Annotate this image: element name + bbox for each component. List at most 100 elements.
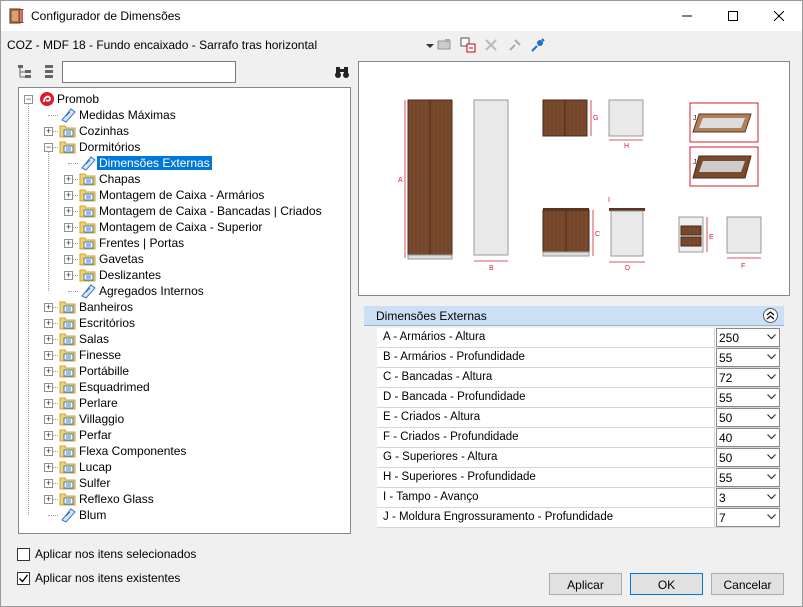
binoculars-icon[interactable]	[334, 64, 350, 80]
expand-node-icon[interactable]: +	[64, 191, 73, 200]
tree-item[interactable]: Perfar	[59, 427, 114, 443]
copy-to-icon[interactable]	[460, 37, 476, 53]
folder-icon	[79, 187, 97, 203]
tree-item[interactable]: Montagem de Caixa - Bancadas | Criados	[79, 203, 324, 219]
property-value-select[interactable]: 250	[716, 328, 780, 347]
tree-item[interactable]: Frentes | Portas	[79, 235, 186, 251]
property-name: H - Superiores - Profundidade	[377, 468, 715, 487]
category-tree[interactable]: Promob − Medidas Máximas Cozinhas + Dormitóri…	[18, 87, 351, 534]
property-value-select[interactable]: 7	[716, 508, 780, 527]
tree-item[interactable]: Montagem de Caixa - Superior	[79, 219, 264, 235]
chevron-down-icon[interactable]	[767, 472, 776, 483]
expand-node-icon[interactable]: +	[44, 335, 53, 344]
tree-item[interactable]: Cozinhas	[59, 123, 131, 139]
chevron-down-icon[interactable]	[767, 512, 776, 523]
tree-item[interactable]: Portábille	[59, 363, 131, 379]
collapse-section-button[interactable]	[763, 308, 778, 323]
tree-item[interactable]: Esquadrimed	[59, 379, 152, 395]
collapse-node-icon[interactable]: −	[24, 95, 33, 104]
expand-node-icon[interactable]: +	[44, 479, 53, 488]
expand-node-icon[interactable]: +	[44, 447, 53, 456]
expand-node-icon[interactable]: +	[64, 271, 73, 280]
tree-item[interactable]: Banheiros	[59, 299, 135, 315]
tree-connector	[28, 103, 29, 515]
property-value-select[interactable]: 55	[716, 468, 780, 487]
dimension-illustration: A B G H C I D J J E F	[398, 99, 762, 272]
expand-node-icon[interactable]: +	[44, 367, 53, 376]
property-value-select[interactable]: 55	[716, 388, 780, 407]
ok-button[interactable]: OK	[630, 573, 703, 595]
apply-button[interactable]: Aplicar	[549, 573, 622, 595]
tree-item[interactable]: Chapas	[79, 171, 142, 187]
chevron-down-icon[interactable]	[767, 452, 776, 463]
cancel-button[interactable]: Cancelar	[711, 573, 784, 595]
chevron-down-icon[interactable]	[767, 412, 776, 423]
expand-node-icon[interactable]: +	[64, 239, 73, 248]
tree-connector	[68, 163, 78, 164]
expand-node-icon[interactable]: +	[44, 383, 53, 392]
expand-node-icon[interactable]: +	[44, 399, 53, 408]
expand-node-icon[interactable]: +	[44, 319, 53, 328]
apply-existing-option[interactable]: Aplicar nos itens existentes	[17, 571, 180, 585]
property-value-select[interactable]: 3	[716, 488, 780, 507]
expand-node-icon[interactable]: +	[44, 127, 53, 136]
tree-item[interactable]: Montagem de Caixa - Armários	[79, 187, 266, 203]
tree-item[interactable]: Sulfer	[59, 475, 112, 491]
expand-node-icon[interactable]: +	[44, 431, 53, 440]
apply-existing-checkbox[interactable]	[17, 571, 30, 585]
tree-item[interactable]: Medidas Máximas	[59, 107, 178, 123]
close-button[interactable]	[756, 1, 802, 31]
chevron-down-icon[interactable]	[767, 492, 776, 503]
expand-node-icon[interactable]: +	[44, 303, 53, 312]
minimize-button[interactable]	[664, 1, 710, 31]
tree-item-label: Agregados Internos	[99, 284, 204, 298]
tree-item[interactable]: Reflexo Glass	[59, 491, 156, 507]
folder-icon	[79, 251, 97, 267]
property-value-select[interactable]: 50	[716, 408, 780, 427]
chevron-down-icon[interactable]	[767, 432, 776, 443]
expand-node-icon[interactable]: +	[64, 223, 73, 232]
delete-icon[interactable]	[483, 37, 499, 53]
tree-item[interactable]: Dimensões Externas	[79, 155, 212, 171]
tree-view-icon[interactable]	[17, 64, 33, 80]
tree-item[interactable]: Agregados Internos	[79, 283, 206, 299]
export-icon[interactable]	[436, 37, 452, 53]
property-value-select[interactable]: 40	[716, 428, 780, 447]
tree-item[interactable]: Blum	[59, 507, 108, 523]
expand-node-icon[interactable]: +	[64, 255, 73, 264]
collapse-node-icon[interactable]: −	[44, 143, 53, 152]
apply-selected-option[interactable]: Aplicar nos itens selecionados	[17, 547, 196, 561]
apply-selected-checkbox[interactable]	[17, 547, 30, 561]
tree-item[interactable]: Gavetas	[79, 251, 146, 267]
list-view-icon[interactable]	[41, 64, 57, 80]
chevron-down-icon[interactable]	[767, 332, 776, 343]
expand-node-icon[interactable]: +	[44, 495, 53, 504]
expand-node-icon[interactable]: +	[44, 351, 53, 360]
maximize-button[interactable]	[710, 1, 756, 31]
section-header[interactable]: Dimensões Externas	[364, 306, 784, 326]
expand-node-icon[interactable]: +	[44, 463, 53, 472]
tree-item[interactable]: Deslizantes	[79, 267, 163, 283]
tree-item[interactable]: Dormitórios	[59, 139, 142, 155]
expand-node-icon[interactable]: +	[64, 175, 73, 184]
tree-item[interactable]: Escritórios	[59, 315, 137, 331]
chevron-down-icon[interactable]	[767, 392, 776, 403]
expand-node-icon[interactable]: +	[44, 415, 53, 424]
chevron-down-icon[interactable]	[767, 372, 776, 383]
search-input[interactable]	[62, 61, 236, 83]
tree-item[interactable]: Villaggio	[59, 411, 126, 427]
tree-item[interactable]: Perlare	[59, 395, 120, 411]
property-value-select[interactable]: 55	[716, 348, 780, 367]
connect-icon[interactable]	[530, 37, 546, 53]
tree-item[interactable]: Flexa Componentes	[59, 443, 188, 459]
tree-item[interactable]: Lucap	[59, 459, 114, 475]
expand-node-icon[interactable]: +	[64, 207, 73, 216]
tree-item[interactable]: Promob	[39, 91, 101, 107]
tree-item[interactable]: Salas	[59, 331, 111, 347]
settings-doc-icon	[59, 507, 77, 523]
tree-item[interactable]: Finesse	[59, 347, 123, 363]
link-icon[interactable]	[507, 37, 523, 53]
property-value-select[interactable]: 72	[716, 368, 780, 387]
property-value-select[interactable]: 50	[716, 448, 780, 467]
chevron-down-icon[interactable]	[767, 352, 776, 363]
